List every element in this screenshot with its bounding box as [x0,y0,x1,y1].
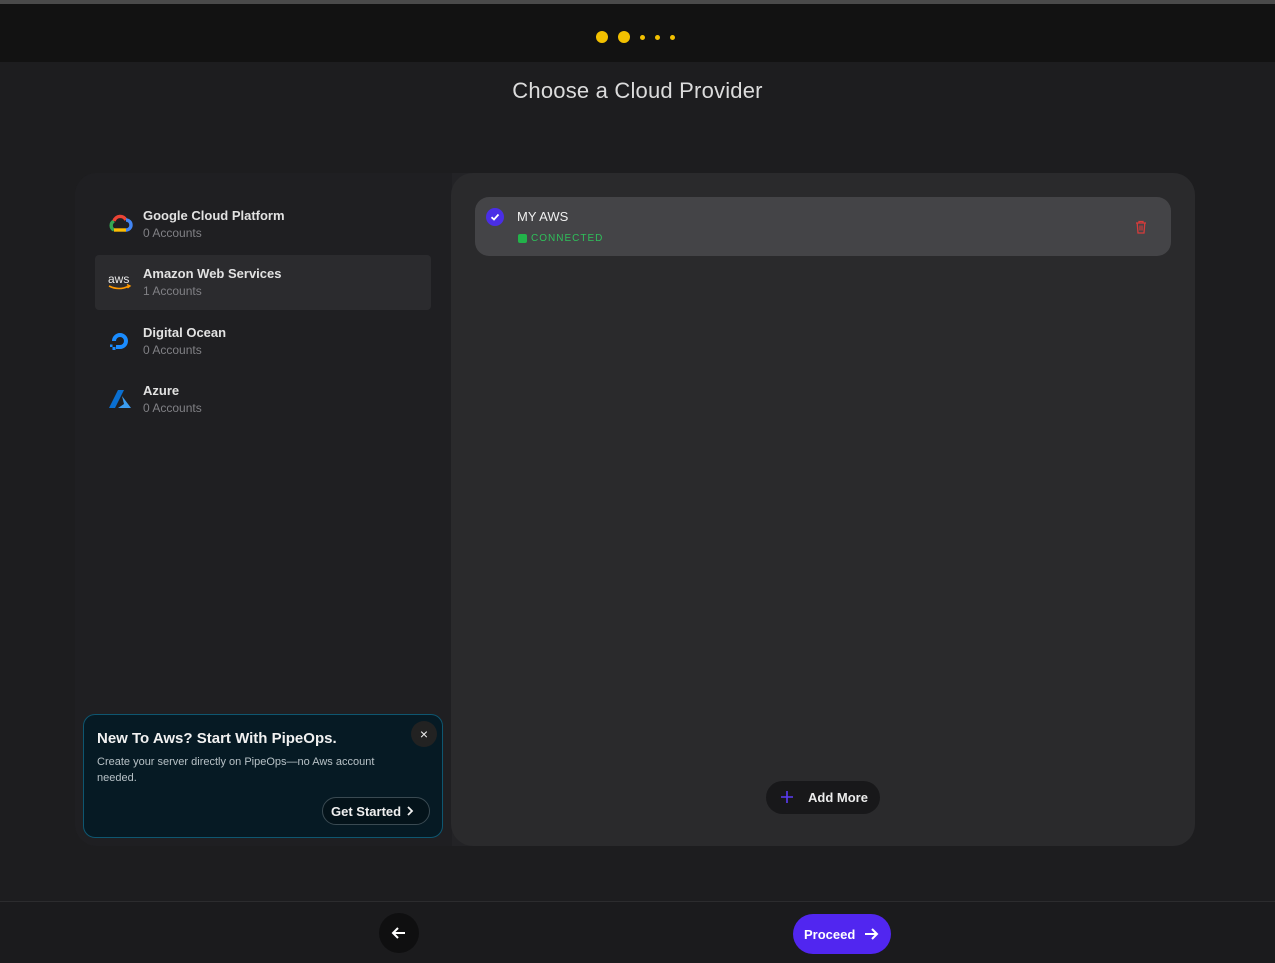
promo-description: Create your server directly on PipeOps—n… [97,756,375,784]
provider-item-aws[interactable]: aws Amazon Web Services 1 Accounts [95,255,431,310]
provider-accounts-count: 1 Accounts [143,284,202,298]
provider-accounts-count: 0 Accounts [143,401,202,415]
promo-title: New To Aws? Start With PipeOps. [97,730,337,747]
chevron-right-icon [403,804,417,818]
back-button[interactable] [379,913,419,953]
aws-logo-text: aws [108,272,129,286]
accounts-area: MY AWS CONNECTED Add More [451,173,1195,846]
plus-icon [780,790,794,804]
arrow-left-icon [391,927,405,939]
arrow-right-icon [863,926,879,942]
status-text: CONNECTED [531,233,604,244]
step-indicator [596,31,685,43]
step-dot-5 [670,34,675,40]
provider-name: Google Cloud Platform [143,208,285,223]
digital-ocean-icon [107,328,133,354]
account-name: MY AWS [517,209,569,224]
provider-item-azure[interactable]: Azure 0 Accounts [95,372,431,427]
trash-icon[interactable] [1133,219,1149,235]
provider-item-digital-ocean[interactable]: Digital Ocean 0 Accounts [95,314,431,369]
azure-icon [107,386,133,412]
status-dot [518,234,527,243]
provider-accounts-count: 0 Accounts [143,343,202,357]
add-more-button[interactable]: Add More [766,781,880,814]
footer-bar [0,902,1275,963]
provider-panel: Google Cloud Platform 0 Accounts aws Ama… [75,173,1195,846]
step-dot-2 [618,31,630,43]
provider-name: Amazon Web Services [143,266,282,281]
aws-icon: aws [107,269,133,295]
promo-close-button[interactable]: × [411,721,437,747]
top-bar [0,4,1275,62]
provider-name: Azure [143,383,180,398]
page-title: Choose a Cloud Provider [512,78,763,103]
provider-accounts-count: 0 Accounts [143,226,202,240]
get-started-label: Get Started [331,803,402,819]
proceed-label: Proceed [804,926,856,942]
provider-name: Digital Ocean [143,325,227,340]
provider-list: Google Cloud Platform 0 Accounts aws Ama… [75,173,452,846]
proceed-button[interactable]: Proceed [793,914,891,954]
account-card[interactable]: MY AWS CONNECTED [475,197,1171,256]
promo-card: New To Aws? Start With PipeOps. Create y… [83,714,443,838]
google-cloud-icon [107,211,133,237]
status-badge: CONNECTED [518,233,603,244]
provider-item-google-cloud[interactable]: Google Cloud Platform 0 Accounts [95,197,431,252]
get-started-button[interactable]: Get Started [322,797,430,825]
step-dot-1 [596,31,608,43]
step-dot-3 [640,34,645,40]
add-more-label: Add More [808,790,868,805]
step-dot-4 [655,34,660,40]
checkbox-checked-icon[interactable] [486,208,504,226]
close-icon: × [419,726,429,742]
